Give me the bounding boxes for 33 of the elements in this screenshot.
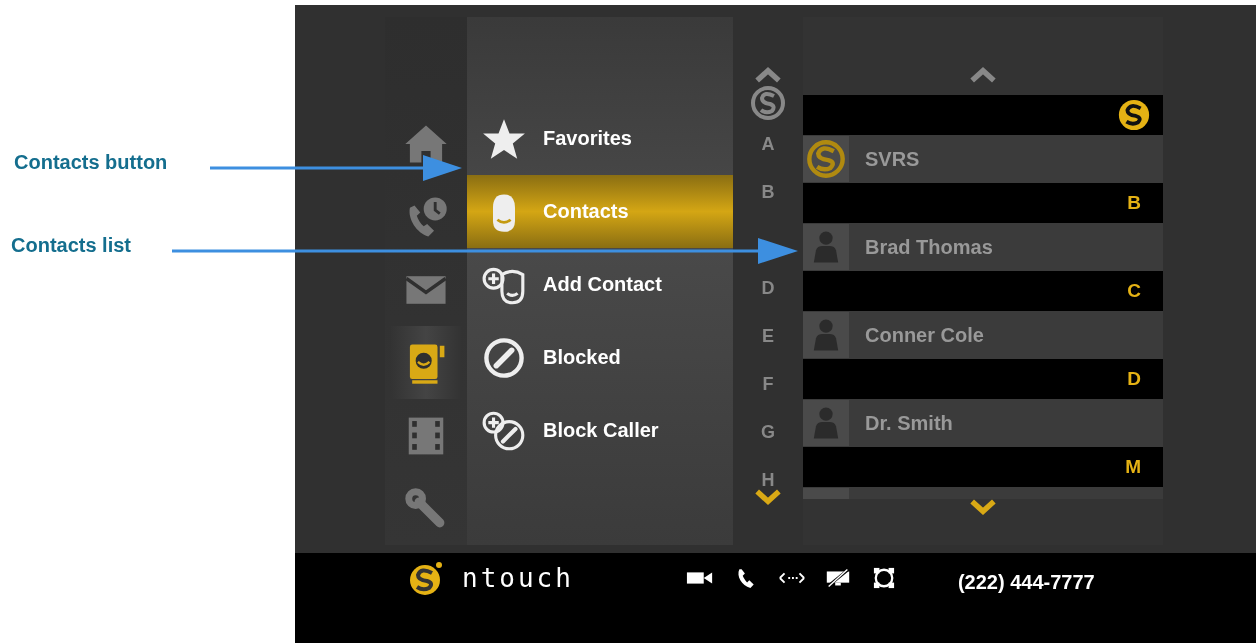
menu-item[interactable]: Blocked — [467, 321, 733, 394]
menu-item[interactable]: Contacts — [467, 175, 733, 248]
menu-item[interactable]: Block Caller — [467, 394, 733, 467]
scroll-up-icon[interactable] — [970, 67, 996, 83]
contact-row[interactable]: Brad Thomas — [803, 223, 1163, 271]
contact-row[interactable]: SVRS — [803, 135, 1163, 183]
index-letter[interactable]: H — [761, 463, 775, 489]
scroll-up-icon[interactable] — [755, 67, 781, 83]
contact-row[interactable]: Dr. Smith — [803, 399, 1163, 447]
section-header: M — [803, 447, 1163, 487]
logo-icon — [408, 561, 444, 597]
index-letter[interactable]: B — [761, 175, 775, 223]
scroll-down-icon[interactable] — [970, 499, 996, 515]
phone-number: (222) 444-7777 — [957, 570, 1095, 595]
callout-label: Contacts list — [11, 234, 132, 257]
index-letter[interactable]: G — [761, 415, 775, 463]
section-header: D — [803, 359, 1163, 399]
contact-row[interactable]: Conner Cole — [803, 311, 1163, 359]
index-letter[interactable]: A — [761, 127, 775, 175]
index-letter[interactable]: F — [762, 367, 774, 415]
blocked-icon — [481, 335, 527, 380]
menu-item[interactable]: Favorites — [467, 102, 733, 175]
scroll-down-icon[interactable] — [755, 489, 781, 505]
section-header: B — [803, 183, 1163, 223]
logo-icon[interactable] — [750, 85, 786, 121]
logo-icon — [1117, 98, 1151, 132]
callout-label: Contacts button — [14, 151, 168, 174]
index-letter[interactable]: E — [762, 319, 774, 367]
menu-item[interactable]: Add Contact — [467, 248, 733, 321]
logo-icon — [806, 139, 846, 179]
brand-name: ntouch — [462, 562, 574, 595]
index-letter[interactable]: D — [761, 271, 775, 319]
section-header: C — [803, 271, 1163, 311]
